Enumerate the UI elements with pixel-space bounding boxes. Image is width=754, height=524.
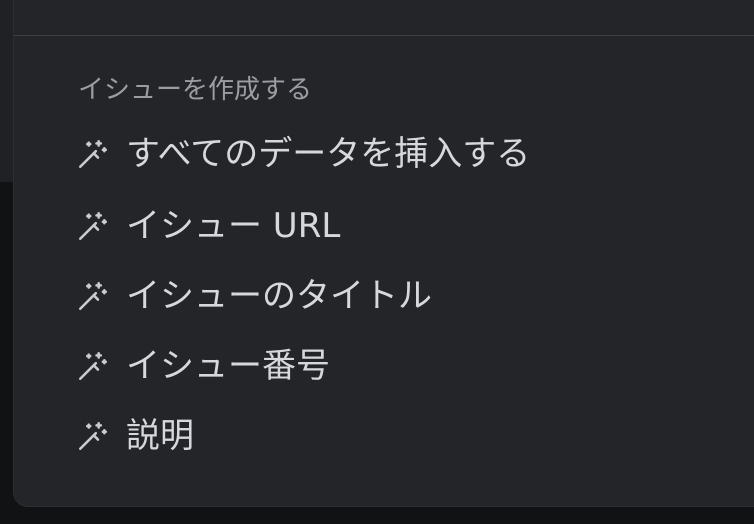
menu-item-label: すべてのデータを挿入する: [126, 134, 531, 174]
menu-item-issue-number[interactable]: イシュー番号: [74, 340, 714, 392]
menu-item-label: 説明: [126, 416, 194, 456]
insert-data-dropdown-menu: イシューを作成する すべてのデータを挿入する イシュー URL イシューのタイト…: [14, 0, 754, 506]
menu-item-insert-all-data[interactable]: すべてのデータを挿入する: [74, 128, 714, 180]
menu-divider: [14, 35, 754, 36]
menu-top-area: [14, 0, 754, 36]
magic-wand-icon: [78, 211, 108, 241]
magic-wand-icon: [78, 351, 108, 381]
menu-item-issue-title[interactable]: イシューのタイトル: [74, 270, 714, 322]
menu-item-label: イシュー URL: [126, 206, 341, 246]
magic-wand-icon: [78, 139, 108, 169]
menu-item-issue-url[interactable]: イシュー URL: [74, 200, 714, 252]
magic-wand-icon: [78, 421, 108, 451]
menu-item-label: イシューのタイトル: [126, 276, 432, 316]
menu-item-label: イシュー番号: [126, 346, 330, 386]
section-title: イシューを作成する: [78, 75, 313, 105]
magic-wand-icon: [78, 281, 108, 311]
menu-item-description[interactable]: 説明: [74, 410, 714, 462]
